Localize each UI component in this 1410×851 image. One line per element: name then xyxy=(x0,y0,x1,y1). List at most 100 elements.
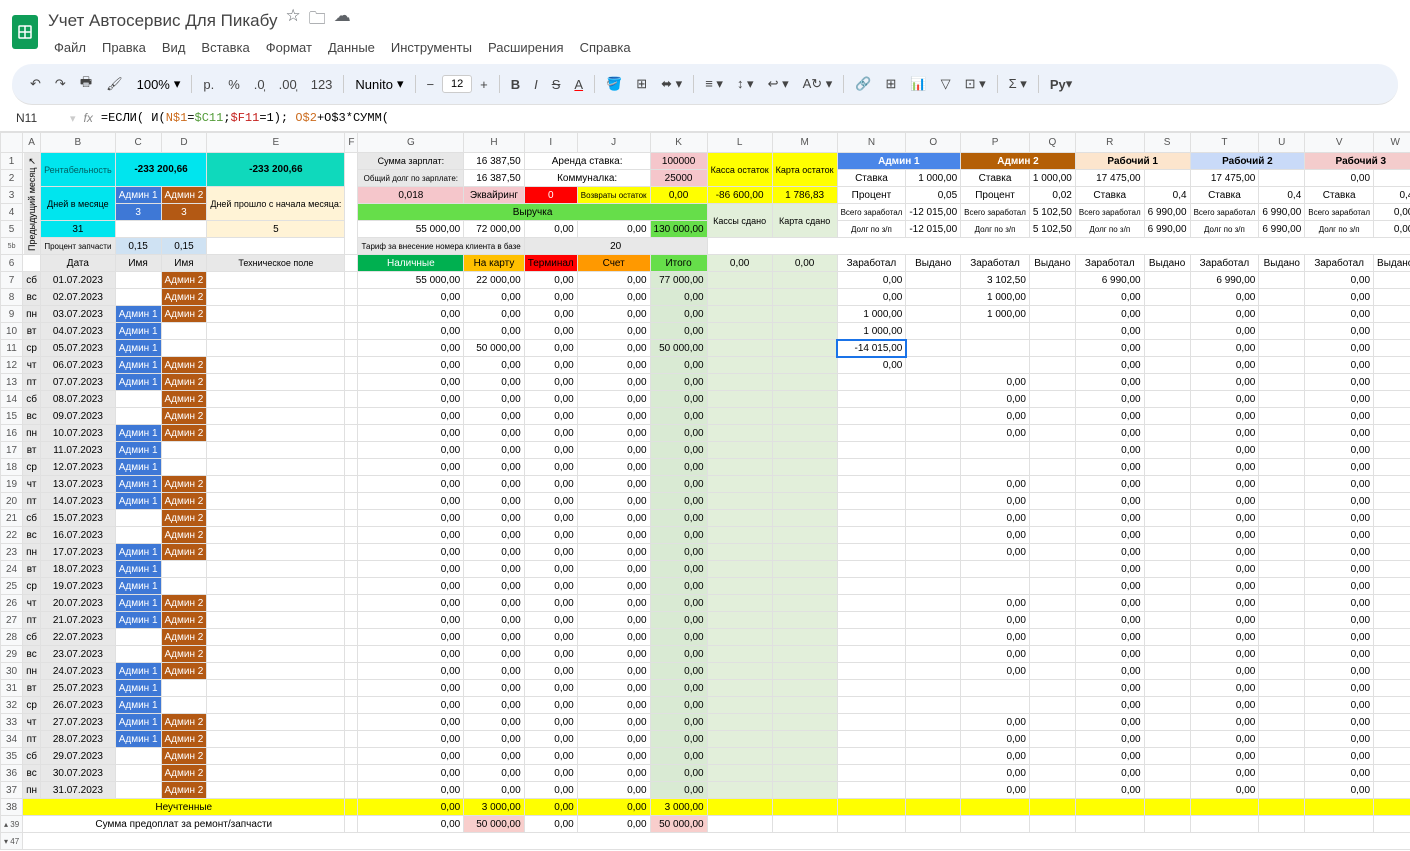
cell[interactable]: 0,00 xyxy=(577,408,650,425)
cell[interactable]: 0,00 xyxy=(464,374,524,391)
cell[interactable]: 0,00 xyxy=(464,357,524,374)
cell[interactable]: 29.07.2023 xyxy=(41,748,116,765)
row-header-37[interactable]: 37 xyxy=(1,782,23,799)
cell[interactable]: 0,00 xyxy=(577,221,650,238)
cell[interactable]: 0,00 xyxy=(1075,782,1144,799)
cell[interactable]: 0,00 xyxy=(577,646,650,663)
row-header-5[interactable]: 5 xyxy=(1,221,23,238)
cell[interactable]: 0,00 xyxy=(650,408,707,425)
cell[interactable] xyxy=(837,476,906,493)
cell[interactable]: 22.07.2023 xyxy=(41,629,116,646)
cell[interactable]: Счет xyxy=(577,255,650,272)
cell[interactable]: пт xyxy=(23,493,41,510)
cell[interactable]: 0,00 xyxy=(1305,425,1374,442)
cell[interactable]: 0,4 xyxy=(1374,187,1410,204)
cell[interactable]: 0,00 xyxy=(524,272,577,289)
cell[interactable]: 0,00 xyxy=(524,680,577,697)
cell[interactable]: 09.07.2023 xyxy=(41,408,116,425)
cell[interactable]: 50 000,00 xyxy=(464,816,524,833)
cell[interactable]: 0,00 xyxy=(577,748,650,765)
cell[interactable] xyxy=(772,629,837,646)
cell[interactable] xyxy=(772,374,837,391)
cell[interactable]: 0,05 xyxy=(906,187,961,204)
cell[interactable]: 0,00 xyxy=(524,646,577,663)
col-header-U[interactable]: U xyxy=(1259,133,1305,153)
cell[interactable]: 77 000,00 xyxy=(650,272,707,289)
cell[interactable]: 0,00 xyxy=(650,612,707,629)
cell[interactable]: Выдано xyxy=(906,255,961,272)
doc-title[interactable]: Учет Автосервис Для Пикабу xyxy=(48,11,277,31)
cell[interactable]: 0,00 xyxy=(1075,289,1144,306)
cell[interactable]: 0,00 xyxy=(1190,646,1259,663)
cell[interactable]: 0,00 xyxy=(1075,697,1144,714)
cell[interactable]: 0,00 xyxy=(464,493,524,510)
cell[interactable] xyxy=(837,595,906,612)
cell[interactable]: Админ 2 xyxy=(161,374,207,391)
cell[interactable] xyxy=(707,595,772,612)
cell[interactable]: На карту xyxy=(464,255,524,272)
cell[interactable] xyxy=(115,510,161,527)
row-header-8[interactable]: 8 xyxy=(1,289,23,306)
cell[interactable]: 0,00 xyxy=(524,340,577,357)
row-header-16[interactable]: 16 xyxy=(1,425,23,442)
cell[interactable]: 0,00 xyxy=(837,357,906,374)
cell[interactable]: Админ 1 xyxy=(837,153,961,170)
cell[interactable] xyxy=(115,646,161,663)
col-header-V[interactable]: V xyxy=(1305,133,1374,153)
cell[interactable]: 0,00 xyxy=(1305,306,1374,323)
cell[interactable]: Долг по з/п xyxy=(1075,221,1144,238)
cell[interactable]: 0,00 xyxy=(1305,340,1374,357)
cell[interactable]: 0,00 xyxy=(577,578,650,595)
col-header-R[interactable]: R xyxy=(1075,133,1144,153)
cell[interactable]: Терминал xyxy=(524,255,577,272)
row-header-19[interactable]: 19 xyxy=(1,476,23,493)
cell[interactable]: 0,00 xyxy=(650,493,707,510)
cell[interactable] xyxy=(115,272,161,289)
cell[interactable]: Админ 1 xyxy=(115,493,161,510)
cell[interactable]: пн xyxy=(23,782,41,799)
cell[interactable]: Возвраты остаток xyxy=(577,187,650,204)
select-all-cell[interactable] xyxy=(1,133,23,153)
cell[interactable] xyxy=(837,442,906,459)
cell[interactable]: Админ 1 xyxy=(115,476,161,493)
cell[interactable]: Всего заработал xyxy=(837,204,906,221)
cell[interactable] xyxy=(115,391,161,408)
cell[interactable]: 0,00 xyxy=(1190,697,1259,714)
cell[interactable]: 0,00 xyxy=(650,510,707,527)
cell[interactable]: 28.07.2023 xyxy=(41,731,116,748)
cell[interactable]: 50 000,00 xyxy=(650,340,707,357)
cell[interactable]: 6 990,00 xyxy=(1075,272,1144,289)
cell[interactable]: чт xyxy=(23,714,41,731)
col-header-M[interactable]: M xyxy=(772,133,837,153)
cell[interactable] xyxy=(707,765,772,782)
cell[interactable]: 0,00 xyxy=(1305,748,1374,765)
cell[interactable] xyxy=(961,340,1030,357)
cell[interactable]: сб xyxy=(23,272,41,289)
merge-button[interactable]: ⬌ ▾ xyxy=(655,71,688,97)
cell[interactable]: 0,00 xyxy=(464,408,524,425)
cell[interactable]: Админ 2 xyxy=(161,646,207,663)
cell[interactable]: Рабочий 3 xyxy=(1305,153,1410,170)
cell[interactable]: -86 600,00 xyxy=(707,187,772,204)
cell[interactable]: 0,00 xyxy=(358,442,464,459)
cell[interactable]: 0,00 xyxy=(577,289,650,306)
cell[interactable]: 0,00 xyxy=(577,663,650,680)
cell[interactable]: 0,00 xyxy=(650,765,707,782)
row-header-5b[interactable]: 5b xyxy=(1,238,23,255)
cell[interactable]: Админ 1 xyxy=(115,357,161,374)
cell[interactable]: вт xyxy=(23,323,41,340)
row-header-22[interactable]: 22 xyxy=(1,527,23,544)
cell[interactable] xyxy=(707,612,772,629)
row-header-3[interactable]: 3 xyxy=(1,187,23,204)
cell[interactable]: Рабочий 2 xyxy=(1190,153,1305,170)
cell[interactable] xyxy=(772,748,837,765)
row-header-38[interactable]: 38 xyxy=(1,799,23,816)
cell[interactable] xyxy=(707,493,772,510)
cell[interactable]: 0,00 xyxy=(1305,782,1374,799)
cell[interactable]: 0,00 xyxy=(358,391,464,408)
cell[interactable]: Админ 2 xyxy=(161,595,207,612)
wrap-button[interactable]: ↩ ▾ xyxy=(762,71,795,97)
cell[interactable]: 0,00 xyxy=(577,544,650,561)
cell[interactable]: 0,00 xyxy=(577,561,650,578)
cell[interactable]: 0,00 xyxy=(524,782,577,799)
